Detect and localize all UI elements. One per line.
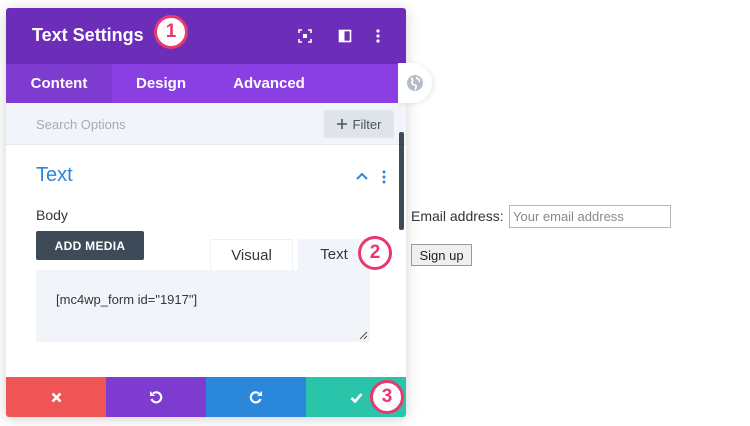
email-field[interactable] — [509, 205, 671, 228]
callout-3: 3 — [370, 380, 404, 414]
globe-icon — [407, 75, 423, 91]
tab-advanced[interactable]: Advanced — [210, 64, 328, 103]
tab-design[interactable]: Design — [112, 64, 210, 103]
filter-button[interactable]: Filter — [324, 110, 394, 138]
redo-icon — [249, 391, 262, 404]
editor-tab-visual[interactable]: Visual — [210, 239, 293, 270]
resize-handle-icon[interactable] — [359, 331, 368, 340]
text-settings-modal: Text Settings Content Design Advanced Fi… — [6, 8, 406, 417]
editor-content: [mc4wp_form id="1917"] — [56, 292, 198, 307]
modal-header: Text Settings — [6, 8, 406, 64]
redo-button[interactable] — [206, 377, 306, 417]
close-icon — [51, 392, 61, 402]
search-bar: Filter — [6, 103, 406, 145]
body-text-editor[interactable]: [mc4wp_form id="1917"] — [36, 270, 370, 342]
callout-1: 1 — [154, 15, 188, 49]
search-options-input[interactable] — [24, 109, 314, 139]
undo-icon — [150, 391, 163, 404]
add-media-button[interactable]: ADD MEDIA — [36, 231, 144, 260]
fullscreen-icon[interactable] — [295, 26, 315, 46]
side-toggle[interactable] — [398, 63, 432, 103]
section-title-text[interactable]: Text — [36, 164, 73, 187]
more-options-icon[interactable] — [368, 26, 388, 46]
plus-icon — [336, 119, 347, 129]
settings-tabs: Content Design Advanced — [6, 64, 406, 103]
filter-label: Filter — [352, 116, 382, 132]
modal-footer — [6, 377, 406, 417]
body-label: Body — [36, 207, 68, 223]
callout-2: 2 — [358, 236, 392, 270]
email-address-label: Email address: — [411, 208, 504, 224]
discard-button[interactable] — [6, 377, 106, 417]
split-view-icon[interactable] — [335, 26, 355, 46]
sign-up-button[interactable]: Sign up — [411, 244, 472, 266]
modal-title: Text Settings — [32, 25, 144, 45]
undo-button[interactable] — [106, 377, 206, 417]
panel-scrollbar[interactable] — [399, 132, 404, 230]
tab-content[interactable]: Content — [6, 64, 112, 103]
section-more-icon[interactable] — [378, 168, 390, 186]
chevron-up-icon[interactable] — [354, 168, 370, 184]
checkmark-icon — [350, 392, 362, 403]
